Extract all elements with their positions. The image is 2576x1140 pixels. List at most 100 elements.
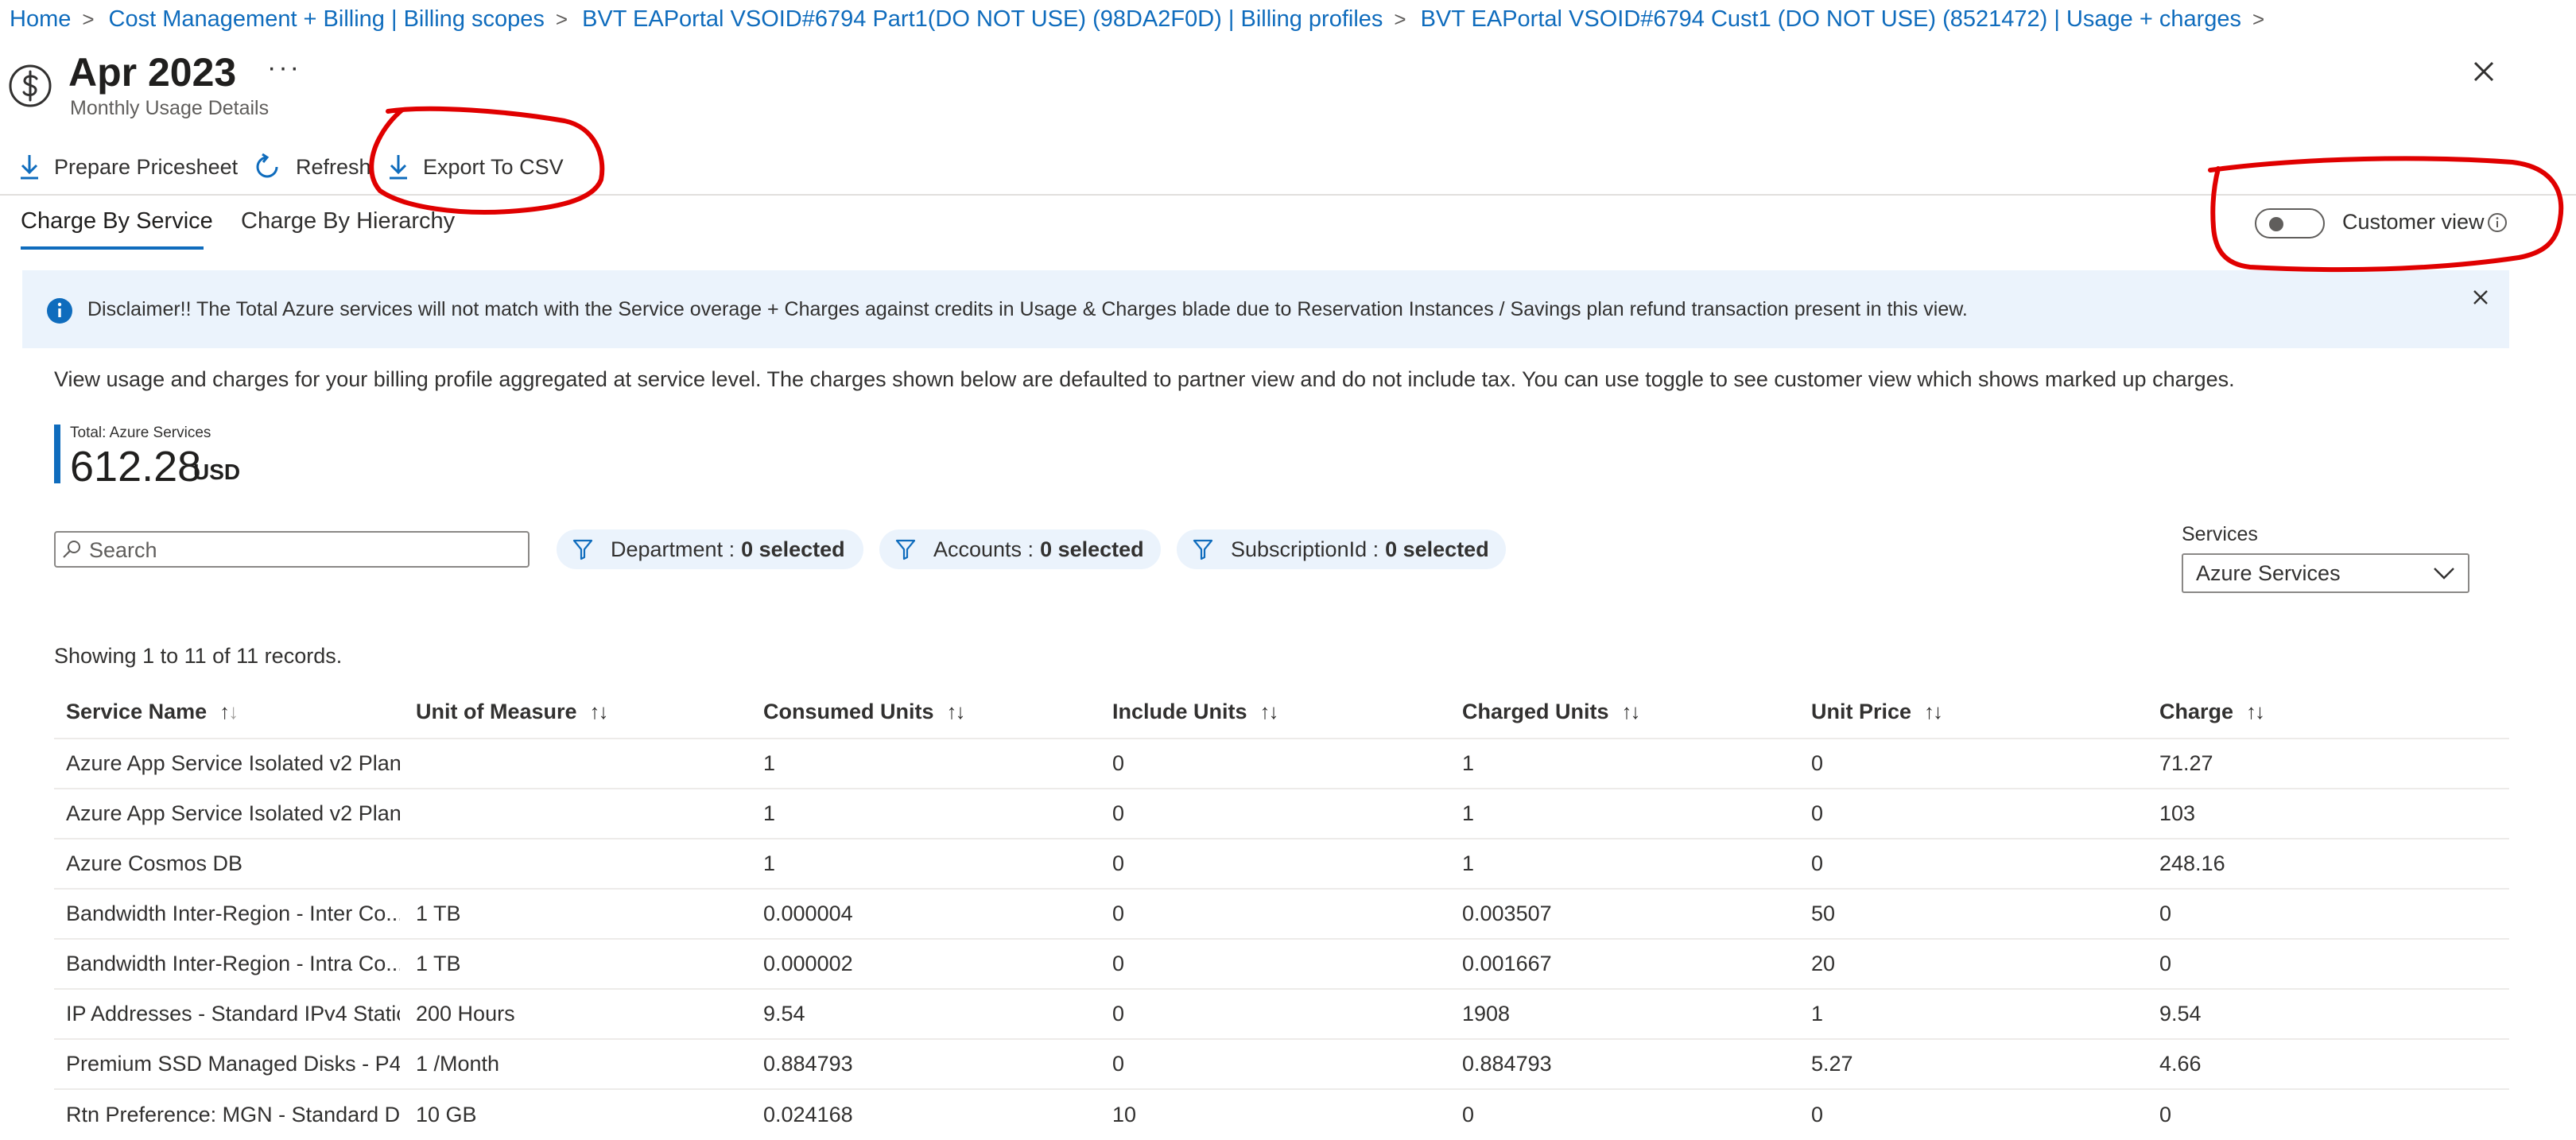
cell-service-name: Azure App Service Isolated v2 Plan [66,801,400,825]
cell-unit-price: 0 [1811,1103,1824,1126]
breadcrumb-home[interactable]: Home [10,6,71,33]
column-header-unit-of-measure[interactable]: Unit of Measure ↑↓ [416,685,607,738]
filter-icon [572,539,593,560]
table-row[interactable]: Azure App Service Isolated v2 Plan 1 0 1… [54,789,2509,839]
cell-charge: 0 [2159,1103,2172,1126]
column-header-label: Include Units [1112,699,1247,723]
cell-unit-of-measure: 1 TB [416,902,461,925]
cell-consumed-units: 0.000004 [763,902,853,925]
cell-include-units: 0 [1112,751,1125,775]
cell-charged-units: 1 [1462,751,1475,775]
table-row[interactable]: Azure App Service Isolated v2 Plan 1 0 1… [54,739,2509,789]
table-row[interactable]: Premium SSD Managed Disks - P4 ... 1 /Mo… [54,1040,2509,1090]
table-row[interactable]: Bandwidth Inter-Region - Intra Co... 1 T… [54,940,2509,990]
customer-view-label: Customer view [2342,210,2485,234]
sort-icon: ↑↓ [2246,699,2264,723]
cell-unit-price: 5.27 [1811,1052,1853,1076]
cell-service-name: Azure App Service Isolated v2 Plan [66,751,400,775]
export-csv-button[interactable]: Export To CSV [388,146,564,188]
department-filter-label: Department : [611,537,735,561]
refresh-button[interactable]: Refresh [253,146,371,188]
total-currency: USD [193,459,241,484]
disclaimer-text: Disclaimer!! The Total Azure services wi… [87,298,1968,320]
cell-service-name: Bandwidth Inter-Region - Inter Co... [66,902,400,925]
records-count: Showing 1 to 11 of 11 records. [54,644,343,668]
breadcrumb-billing-scopes[interactable]: Cost Management + Billing | Billing scop… [109,6,545,33]
cell-service-name: Bandwidth Inter-Region - Intra Co... [66,952,400,975]
filter-icon [895,539,916,560]
table-row[interactable]: IP Addresses - Standard IPv4 Static... 2… [54,990,2509,1040]
accounts-filter[interactable]: Accounts :0 selected [879,529,1161,569]
column-header-label: Unit of Measure [416,699,577,723]
column-header-charged-units[interactable]: Charged Units ↑↓ [1462,685,1639,738]
close-icon[interactable] [2468,56,2500,87]
cell-charge: 4.66 [2159,1052,2202,1076]
column-header-consumed-units[interactable]: Consumed Units ↑↓ [763,685,964,738]
total-accent-bar [54,425,60,483]
cell-consumed-units: 0.024168 [763,1103,853,1126]
cell-include-units: 0 [1112,902,1125,925]
column-header-label: Consumed Units [763,699,934,723]
cell-charge: 0 [2159,902,2172,925]
table-header-row: Service Name ↑↓ Unit of Measure ↑↓ Consu… [54,685,2509,739]
refresh-label: Refresh [296,154,371,179]
cell-service-name: Azure Cosmos DB [66,851,243,875]
table-row[interactable]: Bandwidth Inter-Region - Inter Co... 1 T… [54,890,2509,940]
table-row[interactable]: Rtn Preference: MGN - Standard D... 10 G… [54,1090,2509,1140]
dismiss-icon[interactable] [2471,288,2490,307]
export-csv-label: Export To CSV [423,154,564,179]
cell-unit-of-measure: 1 /Month [416,1052,500,1076]
cell-include-units: 0 [1112,851,1125,875]
column-header-service-name[interactable]: Service Name ↑↓ [66,685,237,738]
customer-view-toggle[interactable] [2255,208,2325,238]
cell-consumed-units: 0.000002 [763,952,853,975]
cell-unit-of-measure: 10 GB [416,1103,477,1126]
tab-charge-by-hierarchy[interactable]: Charge By Hierarchy [241,208,455,235]
column-header-include-units[interactable]: Include Units ↑↓ [1112,685,1278,738]
cell-service-name: IP Addresses - Standard IPv4 Static... [66,1002,400,1026]
breadcrumb-billing-profiles[interactable]: BVT EAPortal VSOID#6794 Part1(DO NOT USE… [582,6,1383,33]
cell-unit-of-measure: 200 Hours [416,1002,515,1026]
dollar-circle-icon [9,64,52,107]
sort-icon: ↑↓ [589,699,607,723]
prepare-pricesheet-button[interactable]: Prepare Pricesheet [19,146,238,188]
column-header-charge[interactable]: Charge ↑↓ [2159,685,2264,738]
cell-unit-price: 20 [1811,952,1836,975]
services-dropdown[interactable]: Azure Services [2182,553,2469,593]
column-header-unit-price[interactable]: Unit Price ↑↓ [1811,685,1942,738]
cell-charged-units: 0.884793 [1462,1052,1552,1076]
cell-unit-of-measure: 1 TB [416,952,461,975]
column-header-label: Unit Price [1811,699,1912,723]
more-options-button[interactable]: ··· [267,52,301,83]
sort-icon: ↑↓ [1621,699,1639,723]
services-label: Services [2182,523,2258,545]
search-input[interactable] [87,533,520,567]
info-icon[interactable] [2487,212,2508,233]
table-row[interactable]: Azure Cosmos DB 1 0 1 0 248.16 [54,839,2509,890]
services-selected-value: Azure Services [2196,560,2341,585]
chevron-right-icon: > [2252,6,2265,31]
prepare-pricesheet-label: Prepare Pricesheet [54,154,239,179]
cell-include-units: 10 [1112,1103,1137,1126]
cell-charged-units: 0 [1462,1103,1475,1126]
chevron-right-icon: > [82,6,95,31]
subscriptionid-filter[interactable]: SubscriptionId :0 selected [1177,529,1506,569]
cell-charge: 248.16 [2159,851,2225,875]
cell-unit-price: 50 [1811,902,1836,925]
accounts-filter-label: Accounts : [933,537,1034,561]
chevron-right-icon: > [555,6,568,31]
sort-icon: ↑↓ [1924,699,1942,723]
info-filled-icon [47,298,72,324]
tab-charge-by-service[interactable]: Charge By Service [21,208,213,235]
cell-consumed-units: 0.884793 [763,1052,853,1076]
cell-charge: 71.27 [2159,751,2213,775]
breadcrumb-usage-charges[interactable]: BVT EAPortal VSOID#6794 Cust1 (DO NOT US… [1421,6,2241,33]
cell-include-units: 0 [1112,801,1125,825]
cell-charge: 9.54 [2159,1002,2202,1026]
department-filter[interactable]: Department :0 selected [557,529,863,569]
breadcrumb: Home > Cost Management + Billing | Billi… [10,5,2279,33]
cell-consumed-units: 1 [763,751,776,775]
usage-table: Service Name ↑↓ Unit of Measure ↑↓ Consu… [54,685,2509,1140]
cell-charged-units: 1 [1462,851,1475,875]
sort-icon: ↑↓ [1259,699,1278,723]
